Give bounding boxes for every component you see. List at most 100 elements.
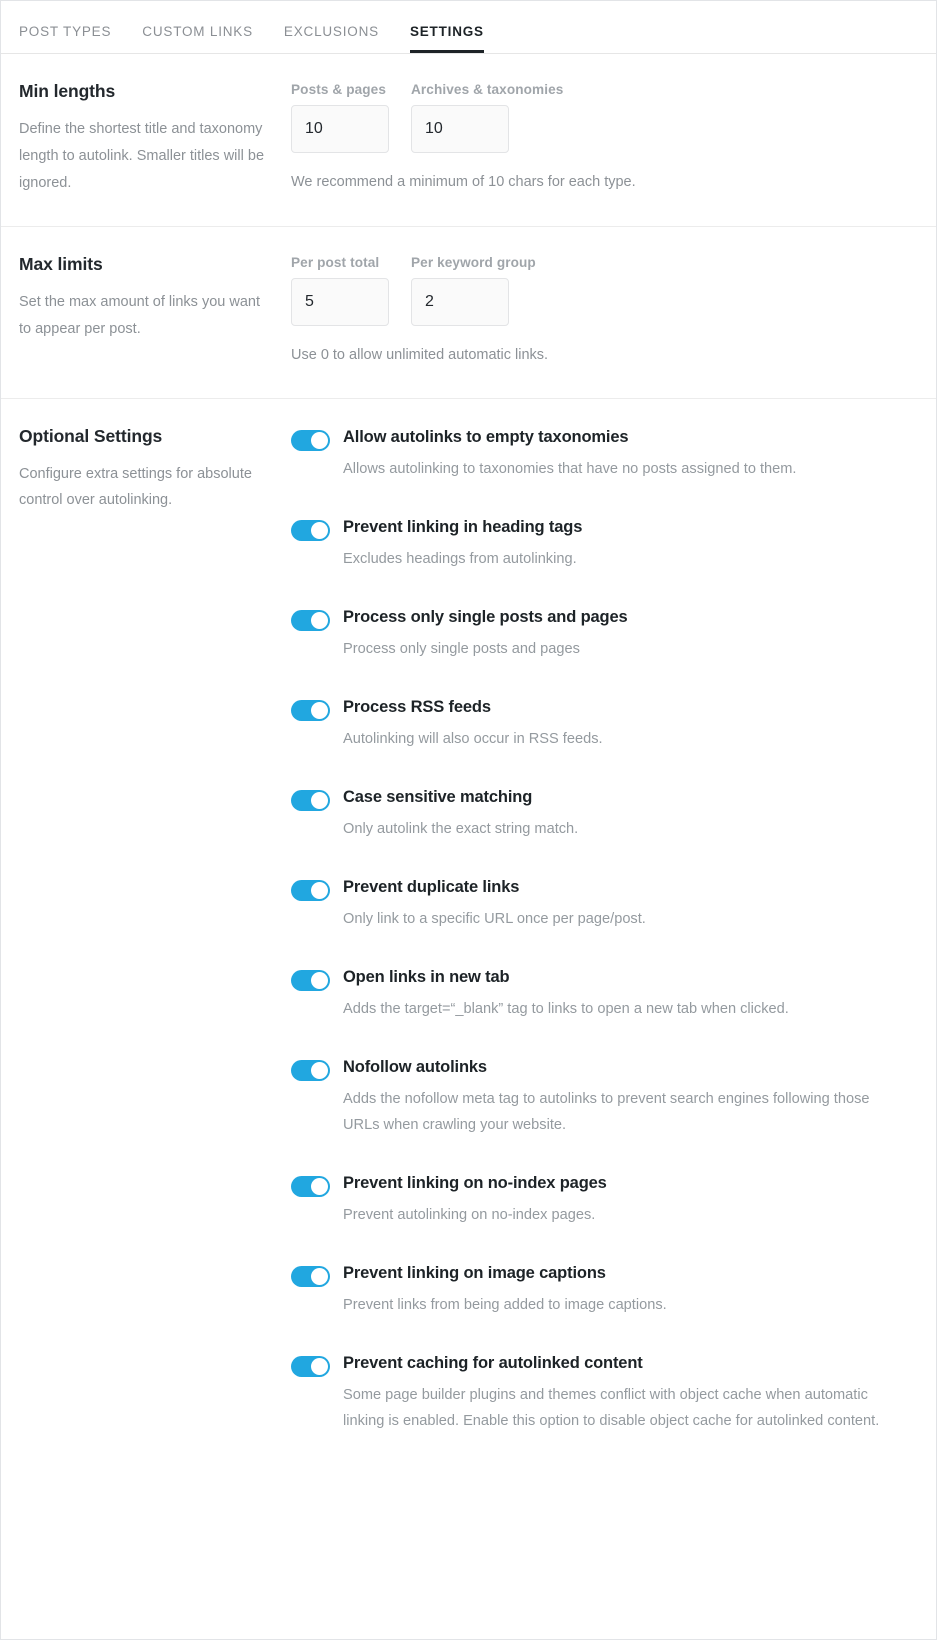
max-limits-helper-text: Use 0 to allow unlimited automatic links… [291, 347, 549, 364]
toggle-switch-process-only-single-posts-and-pages[interactable] [291, 609, 330, 631]
section-max-limits-title: Max limits [19, 254, 103, 275]
toggle-description-prevent-linking-on-no-index-pages: Prevent autolinking on no-index pages. [343, 1207, 596, 1224]
toggle-description-prevent-duplicate-links: Only link to a specific URL once per pag… [343, 911, 646, 928]
toggle-description-allow-autolinks-to-empty-taxonomies: Allows autolinking to taxonomies that ha… [343, 460, 797, 477]
toggle-switch-prevent-duplicate-links[interactable] [291, 880, 330, 902]
toggle-row-open-links-in-new-tab: Open links in new tab Adds the target=“_b… [291, 967, 918, 1023]
toggle-knob-icon [311, 1178, 328, 1196]
tab-exclusions[interactable]: EXCLUSIONS [284, 24, 379, 54]
section-optional-settings-info: Optional Settings Configure extra settin… [19, 426, 291, 1436]
toggle-label-open-links-in-new-tab: Open links in new tab [343, 968, 510, 987]
toggle-label-nofollow-autolinks: Nofollow autolinks [343, 1058, 487, 1077]
toggle-label-prevent-linking-on-image-captions: Prevent linking on image captions [343, 1264, 606, 1283]
toggle-label-case-sensitive-matching: Case sensitive matching [343, 787, 533, 806]
field-archives-taxonomies: Archives & taxonomies [411, 82, 563, 153]
toggle-text-case-sensitive-matching: Case sensitive matching Only autolink the… [343, 787, 918, 843]
toggle-switch-open-links-in-new-tab[interactable] [291, 970, 330, 992]
toggle-knob-icon [311, 791, 328, 809]
tab-custom-links[interactable]: CUSTOM LINKS [142, 24, 253, 54]
toggle-switch-case-sensitive-matching[interactable] [291, 789, 330, 811]
toggle-text-process-only-single-posts-and-pages: Process only single posts and pages Proce… [343, 607, 918, 663]
toggle-text-prevent-linking-in-heading-tags: Prevent linking in heading tags Excludes … [343, 517, 918, 573]
toggle-text-prevent-linking-on-no-index-pages: Prevent linking on no-index pages Prevent… [343, 1173, 918, 1229]
min-length-archives-taxonomies-input[interactable] [411, 105, 509, 153]
section-min-lengths-description: Define the shortest title and taxonomy l… [19, 121, 265, 191]
settings-panel: POST TYPES CUSTOM LINKS EXCLUSIONS SETTINGS… [0, 0, 937, 1640]
toggle-text-process-rss-feeds: Process RSS feeds Autolinking will also o… [343, 697, 918, 753]
toggle-label-prevent-linking-on-no-index-pages: Prevent linking on no-index pages [343, 1174, 607, 1193]
section-min-lengths-controls: Posts & pages Archives & taxonomies We r… [291, 81, 918, 196]
toggle-knob-icon [311, 882, 328, 900]
toggle-row-process-rss-feeds: Process RSS feeds Autolinking will also o… [291, 697, 918, 753]
field-per-keyword-group: Per keyword group [411, 255, 536, 327]
toggle-row-prevent-linking-on-no-index-pages: Prevent linking on no-index pages Prevent… [291, 1173, 918, 1229]
field-posts-pages-label: Posts & pages [291, 82, 386, 97]
toggle-description-process-rss-feeds: Autolinking will also occur in RSS feeds… [343, 730, 603, 747]
toggle-switch-prevent-linking-on-no-index-pages[interactable] [291, 1176, 330, 1198]
toggle-knob-icon [311, 611, 328, 629]
toggle-description-case-sensitive-matching: Only autolink the exact string match. [343, 821, 579, 838]
toggle-knob-icon [311, 431, 328, 449]
toggle-switch-prevent-caching-for-autolinked-content[interactable] [291, 1356, 330, 1378]
toggle-switch-prevent-linking-on-image-captions[interactable] [291, 1266, 330, 1288]
section-optional-settings-description: Configure extra settings for absolute co… [19, 465, 252, 509]
toggle-label-prevent-caching-for-autolinked-content: Prevent caching for autolinked content [343, 1354, 643, 1373]
field-per-post-total-label: Per post total [291, 255, 380, 271]
toggle-row-nofollow-autolinks: Nofollow autolinks Adds the nofollow meta… [291, 1057, 918, 1139]
toggle-knob-icon [311, 972, 328, 990]
max-limit-per-post-total-input[interactable] [291, 278, 389, 327]
max-limit-per-keyword-group-input[interactable] [411, 278, 509, 327]
toggle-label-process-rss-feeds: Process RSS feeds [343, 697, 491, 716]
toggle-switch-nofollow-autolinks[interactable] [291, 1060, 330, 1082]
section-max-limits-controls: Per post total Per keyword group Use 0 t… [291, 254, 918, 367]
toggle-row-prevent-duplicate-links: Prevent duplicate links Only link to a sp… [291, 877, 918, 933]
toggle-switch-prevent-linking-in-heading-tags[interactable] [291, 519, 330, 541]
toggle-row-case-sensitive-matching: Case sensitive matching Only autolink the… [291, 787, 918, 843]
section-optional-settings-title: Optional Settings [19, 425, 163, 446]
min-lengths-fields: Posts & pages Archives & taxonomies [291, 82, 918, 153]
section-min-lengths-title: Min lengths [19, 81, 116, 101]
toggle-row-prevent-caching-for-autolinked-content: Prevent caching for autolinked content So… [291, 1353, 918, 1435]
toggle-label-prevent-linking-in-heading-tags: Prevent linking in heading tags [343, 517, 583, 536]
field-posts-pages: Posts & pages [291, 82, 389, 153]
toggle-label-process-only-single-posts-and-pages: Process only single posts and pages [343, 607, 628, 626]
toggle-switch-process-rss-feeds[interactable] [291, 699, 330, 721]
toggle-row-allow-autolinks-to-empty-taxonomies: Allow autolinks to empty taxonomies Allow… [291, 427, 918, 483]
toggle-knob-icon [311, 701, 328, 719]
toggle-row-prevent-linking-in-heading-tags: Prevent linking in heading tags Excludes … [291, 517, 918, 573]
toggle-text-allow-autolinks-to-empty-taxonomies: Allow autolinks to empty taxonomies Allow… [343, 427, 918, 483]
toggle-knob-icon [311, 1062, 328, 1080]
toggle-description-prevent-linking-on-image-captions: Prevent links from being added to image … [343, 1297, 667, 1314]
section-max-limits-description: Set the max amount of links you want to … [19, 294, 260, 338]
min-length-posts-pages-input[interactable] [291, 105, 389, 153]
section-max-limits: Max limits Set the max amount of links y… [1, 227, 936, 399]
toggle-knob-icon [311, 1268, 328, 1286]
field-per-keyword-group-label: Per keyword group [411, 255, 536, 271]
toggle-knob-icon [311, 521, 328, 539]
toggle-label-allow-autolinks-to-empty-taxonomies: Allow autolinks to empty taxonomies [343, 427, 629, 446]
toggle-text-nofollow-autolinks: Nofollow autolinks Adds the nofollow meta… [343, 1057, 918, 1139]
tab-settings[interactable]: SETTINGS [409, 24, 484, 53]
section-max-limits-info: Max limits Set the max amount of links y… [19, 254, 291, 367]
toggle-description-prevent-caching-for-autolinked-content: Some page builder plugins and themes con… [343, 1387, 880, 1430]
toggle-row-process-only-single-posts-and-pages: Process only single posts and pages Proce… [291, 607, 918, 663]
min-lengths-helper-text: We recommend a minimum of 10 chars for e… [291, 174, 636, 190]
toggle-description-open-links-in-new-tab: Adds the target=“_blank” tag to links to… [343, 1001, 789, 1018]
toggle-description-prevent-linking-in-heading-tags: Excludes headings from autolinking. [343, 550, 577, 567]
field-per-post-total: Per post total [291, 255, 389, 327]
toggle-text-prevent-caching-for-autolinked-content: Prevent caching for autolinked content So… [343, 1353, 918, 1435]
section-optional-settings-controls: Allow autolinks to empty taxonomies Allow… [291, 426, 918, 1436]
toggle-label-prevent-duplicate-links: Prevent duplicate links [343, 878, 520, 897]
toggle-switch-allow-autolinks-to-empty-taxonomies[interactable] [291, 429, 330, 451]
optional-settings-toggle-list: Allow autolinks to empty taxonomies Allow… [291, 427, 918, 1436]
toggle-text-prevent-linking-on-image-captions: Prevent linking on image captions Prevent… [343, 1263, 918, 1319]
tab-post-types[interactable]: POST TYPES [19, 24, 111, 54]
section-min-lengths: Min lengths Define the shortest title an… [1, 54, 936, 228]
toggle-description-nofollow-autolinks: Adds the nofollow meta tag to autolinks … [343, 1091, 870, 1134]
toggle-description-process-only-single-posts-and-pages: Process only single posts and pages [343, 640, 580, 657]
toggle-text-prevent-duplicate-links: Prevent duplicate links Only link to a sp… [343, 877, 918, 933]
section-min-lengths-info: Min lengths Define the shortest title an… [19, 81, 291, 196]
toggle-row-prevent-linking-on-image-captions: Prevent linking on image captions Prevent… [291, 1263, 918, 1319]
max-limits-fields: Per post total Per keyword group [291, 255, 918, 327]
toggle-text-open-links-in-new-tab: Open links in new tab Adds the target=“_b… [343, 967, 918, 1023]
